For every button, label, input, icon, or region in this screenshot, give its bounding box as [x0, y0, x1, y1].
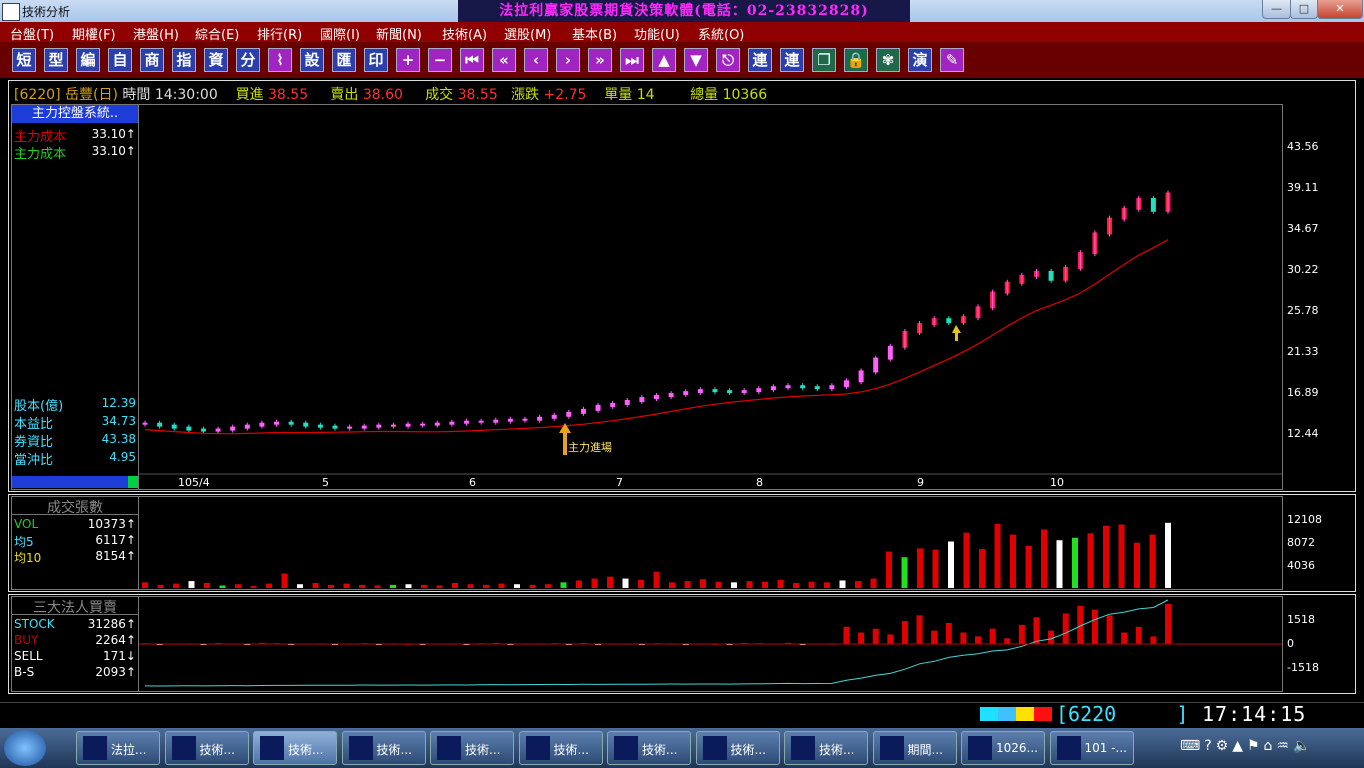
- app-icon: [968, 736, 992, 760]
- taskbar-label: 技術...: [199, 743, 235, 757]
- tray-icons[interactable]: ⌨?⚙▲⚑⌂♒🔈: [1180, 738, 1314, 754]
- x-tick: 8: [756, 476, 763, 489]
- x-tick: 7: [616, 476, 623, 489]
- taskbar-label: 1026...: [996, 741, 1038, 755]
- status-color-blue: [998, 707, 1016, 721]
- taskbar-button[interactable]: 技術...: [784, 731, 868, 765]
- taskbar-button[interactable]: 技術...: [695, 731, 780, 765]
- taskbar-button[interactable]: 1026...: [961, 731, 1045, 765]
- taskbar-button[interactable]: 技術...: [341, 731, 426, 765]
- y-tick: 43.56: [1287, 140, 1319, 153]
- taskbar-label: 技術...: [819, 743, 855, 757]
- x-tick: 9: [917, 476, 924, 489]
- taskbar-button[interactable]: 法拉...: [76, 731, 160, 765]
- taskbar-label: 101 -...: [1084, 741, 1128, 755]
- entry-arrow-icon-small: [952, 325, 961, 341]
- app-icon: [348, 736, 373, 760]
- taskbar-label: 技術...: [288, 743, 324, 757]
- volume-plot-frame: [11, 496, 1283, 590]
- inst-plot-frame: [11, 596, 1283, 692]
- taskbar-label: 期間...: [907, 743, 943, 757]
- taskbar-label: 法拉...: [111, 743, 147, 757]
- x-tick: 6: [469, 476, 476, 489]
- inst-y-tick: 1518: [1287, 613, 1315, 626]
- ma10-value: 8154↑: [95, 549, 136, 563]
- ma5-value: 6117↑: [95, 533, 136, 547]
- taskbar-label: 技術...: [376, 743, 412, 757]
- entry-annotation: 主力進場: [568, 441, 612, 454]
- volume-divider: [138, 496, 139, 590]
- inst-divider: [138, 596, 139, 692]
- y-tick: 39.11: [1287, 181, 1319, 194]
- app-icon: [702, 736, 727, 760]
- app-icon: [525, 736, 550, 760]
- app-icon: [260, 736, 284, 760]
- ma5-label: 均5: [14, 535, 34, 549]
- taskbar-button[interactable]: 技術...: [253, 731, 337, 765]
- volume-panel-title: 成交張數: [12, 497, 138, 516]
- inst-y-tick: -1518: [1287, 661, 1319, 674]
- stock-value: 31286↑: [87, 617, 136, 631]
- y-tick: 34.67: [1287, 222, 1319, 235]
- y-tick: 21.33: [1287, 345, 1319, 358]
- bs-value: 2093↑: [95, 665, 136, 679]
- app-icon: [437, 736, 461, 760]
- buy-value: 2264↑: [95, 633, 136, 647]
- taskbar: 法拉... 技術... 技術... 技術... 技術... 技術... 技術... 技術...…: [0, 728, 1364, 768]
- taskbar-button[interactable]: 技術...: [518, 731, 603, 765]
- taskbar-label: 技術...: [465, 743, 501, 757]
- y-tick: 30.22: [1287, 263, 1319, 276]
- taskbar-button[interactable]: 技術...: [607, 731, 691, 765]
- app-icon: [83, 736, 107, 760]
- app-icon: [879, 736, 904, 760]
- vol-label: VOL: [14, 517, 39, 531]
- status-color-cyan: [980, 707, 998, 721]
- sell-label: SELL: [14, 649, 43, 663]
- vol-y-tick: 12108: [1287, 513, 1322, 526]
- app-icon: [614, 736, 638, 760]
- taskbar-label: 技術...: [642, 743, 678, 757]
- vol-y-tick: 4036: [1287, 559, 1315, 572]
- buy-label: BUY: [14, 633, 39, 647]
- taskbar-label: 技術...: [553, 743, 589, 757]
- y-tick: 25.78: [1287, 304, 1319, 317]
- taskbar-button[interactable]: 期間...: [872, 731, 957, 765]
- status-color-red: [1034, 707, 1052, 721]
- ma10-label: 均10: [14, 551, 42, 565]
- status-color-yellow: [1016, 707, 1034, 721]
- sell-value: 171↓: [103, 649, 136, 663]
- inst-panel-title: 三大法人買賣: [12, 597, 138, 616]
- vol-y-tick: 8072: [1287, 536, 1315, 549]
- app-icon: [171, 736, 196, 760]
- vol-value: 10373↑: [87, 517, 136, 531]
- status-code-field[interactable]: [6220 ]: [1056, 702, 1188, 726]
- y-tick: 12.44: [1287, 427, 1319, 440]
- x-tick: 10: [1050, 476, 1064, 489]
- taskbar-button[interactable]: 技術...: [430, 731, 514, 765]
- start-button[interactable]: [4, 730, 46, 766]
- x-tick: 5: [322, 476, 329, 489]
- x-tick: 105/4: [178, 476, 210, 489]
- stock-label: STOCK: [14, 617, 55, 631]
- app-icon: [791, 736, 815, 760]
- app-icon: [1056, 736, 1081, 760]
- status-clock: 17:14:15: [1202, 702, 1307, 726]
- taskbar-button[interactable]: 技術...: [164, 731, 249, 765]
- taskbar-label: 技術...: [730, 743, 766, 757]
- bs-label: B-S: [14, 665, 35, 679]
- y-tick: 16.89: [1287, 386, 1319, 399]
- inst-y-tick: 0: [1287, 637, 1294, 650]
- taskbar-button[interactable]: 101 -...: [1049, 731, 1134, 765]
